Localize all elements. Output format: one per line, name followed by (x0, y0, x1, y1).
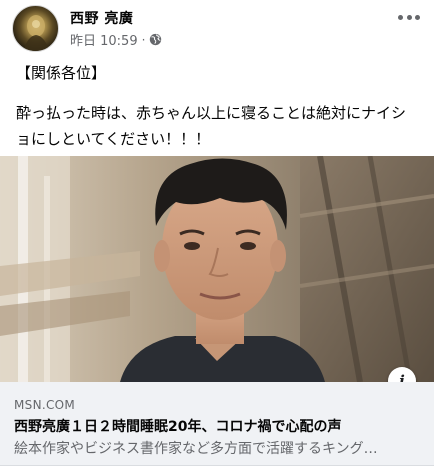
more-dot (415, 14, 420, 20)
meta-separator: · (141, 32, 146, 47)
post-text-line: 【関係各位】 (16, 64, 107, 82)
link-preview-card[interactable]: i MSN.COM 西野亮廣１日２時間睡眠20年、コロナ禍で心配の声 絵本作家や… (0, 156, 434, 466)
more-dot (398, 14, 403, 20)
globe-icon[interactable] (149, 33, 162, 46)
more-horizontal-icon[interactable] (398, 10, 420, 24)
author-avatar[interactable] (12, 5, 59, 52)
author-name[interactable]: 西野 亮廣 (70, 8, 133, 28)
post-meta: 昨日 10:59 · (70, 30, 162, 49)
more-dot (406, 14, 412, 20)
post-header: 西野 亮廣 昨日 10:59 · (0, 0, 434, 56)
link-preview-footer[interactable]: MSN.COM 西野亮廣１日２時間睡眠20年、コロナ禍で心配の声 絵本作家やビジ… (0, 382, 434, 466)
link-title[interactable]: 西野亮廣１日２時間睡眠20年、コロナ禍で心配の声 (14, 416, 341, 436)
link-description: 絵本作家やビジネス書作家など多方面で活躍するキング… (14, 441, 378, 457)
post-text-line: 酔っ払った時は、赤ちゃん以上に寝ることは絶対にナイシ (16, 104, 407, 122)
link-preview-image[interactable] (0, 156, 434, 382)
post-timestamp[interactable]: 昨日 10:59 (70, 30, 138, 49)
link-domain: MSN.COM (14, 398, 76, 412)
post-text-line: ョにしといてください！！！ (16, 130, 211, 148)
